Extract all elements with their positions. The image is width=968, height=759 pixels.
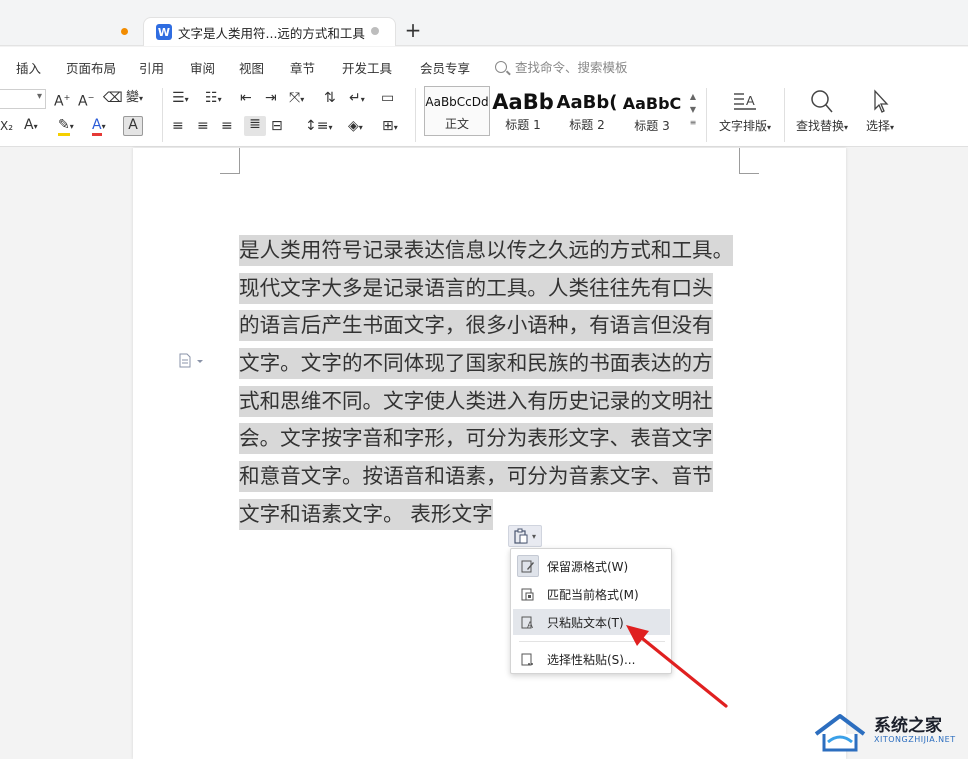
annotation-arrow xyxy=(626,625,728,708)
watermark-title: 系统之家 xyxy=(874,716,942,736)
watermark-logo: 系统之家 XITONGZHIJIA.NET xyxy=(810,710,966,756)
house-logo-icon xyxy=(814,714,866,752)
watermark-subtitle: XITONGZHIJIA.NET xyxy=(874,735,956,744)
